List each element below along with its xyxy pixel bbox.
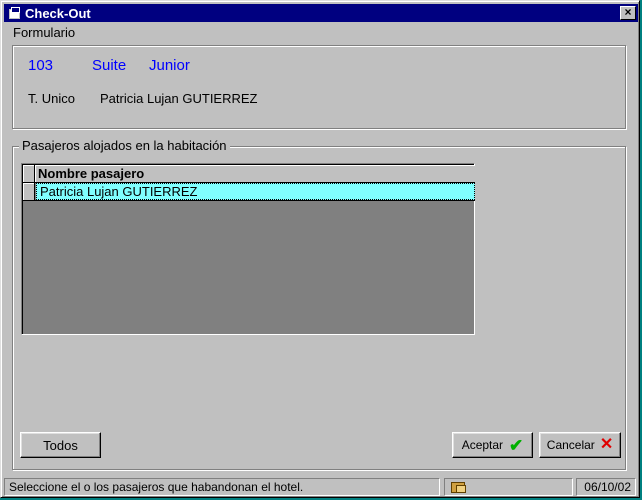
room-type: Suite — [92, 57, 127, 74]
room-holder-name: Patricia Lujan GUTIERREZ — [100, 91, 258, 106]
close-icon: × — [624, 5, 632, 19]
app-icon[interactable] — [8, 7, 20, 19]
window-title: Check-Out — [25, 5, 91, 21]
todos-button-label: Todos — [43, 437, 78, 453]
header-row-selector — [23, 165, 35, 182]
status-icon-panel — [444, 478, 573, 496]
menu-bar: Formulario — [5, 23, 83, 41]
aceptar-button-label: Aceptar — [461, 438, 504, 452]
cancelar-button-label: Cancelar — [546, 438, 595, 452]
aceptar-button[interactable]: Aceptar ✔ — [452, 432, 533, 458]
guests-group-legend: Pasajeros alojados en la habitación — [19, 138, 230, 153]
title-bar[interactable]: Check-Out × — [4, 4, 638, 22]
close-button[interactable]: × — [620, 6, 636, 20]
cancelar-button[interactable]: Cancelar ✕ — [539, 432, 621, 458]
room-number: 103 — [28, 57, 54, 74]
menu-formulario[interactable]: Formulario — [5, 25, 83, 40]
status-bar: Seleccione el o los pasajeros que haband… — [2, 477, 638, 497]
row-selector[interactable] — [23, 183, 35, 200]
status-message: Seleccione el o los pasajeros que haband… — [4, 478, 440, 496]
status-date: 06/10/02 — [576, 478, 636, 496]
rate-type: T. Unico — [28, 91, 75, 106]
table-row[interactable]: Patricia Lujan GUTIERREZ — [23, 183, 475, 201]
grid-header: Nombre pasajero — [23, 165, 475, 183]
folder-icon — [451, 482, 466, 493]
todos-button[interactable]: Todos — [20, 432, 101, 458]
guest-name-cell[interactable]: Patricia Lujan GUTIERREZ — [36, 183, 475, 200]
guests-grid[interactable]: Nombre pasajero Patricia Lujan GUTIERREZ — [21, 163, 475, 335]
room-category: Junior — [149, 57, 190, 74]
column-header-nombre[interactable]: Nombre pasajero — [35, 165, 475, 182]
check-icon: ✔ — [509, 435, 524, 455]
cross-icon: ✕ — [599, 436, 614, 453]
